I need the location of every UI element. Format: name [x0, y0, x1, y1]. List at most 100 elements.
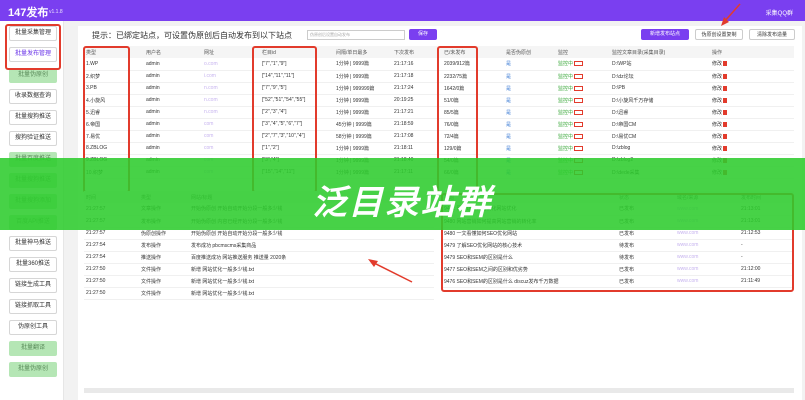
cell-text: D:\dz论坛: [612, 73, 634, 80]
monitor-toggle[interactable]: [574, 97, 584, 103]
cell-interval: 1分钟 | 9999篇: [334, 142, 392, 155]
cell-next: 21:17:21: [392, 106, 442, 119]
save-button[interactable]: 保存: [409, 29, 437, 40]
column-header: 栏目id: [260, 46, 334, 58]
sidebar-item[interactable]: 伪原创工具: [9, 320, 57, 335]
published-status: 待发布: [617, 251, 675, 264]
sidebar-item[interactable]: 链接抓取工具: [9, 299, 57, 314]
cell-dir: D:\易优CM: [610, 130, 710, 143]
cell-text: 1分钟 | 9999篇: [336, 61, 369, 68]
sidebar-item[interactable]: 批量伪原创: [9, 362, 57, 377]
delete-icon[interactable]: [723, 61, 728, 67]
cell-text: com: [204, 145, 214, 151]
monitor-toggle[interactable]: [574, 133, 584, 139]
cell-op[interactable]: 修改: [710, 70, 794, 83]
cell-text: 3.PB: [86, 85, 97, 91]
delete-icon[interactable]: [723, 145, 728, 151]
table-row[interactable]: 2.织梦 admin i.com ["14","11","11"] 1分钟 | 9999…: [84, 70, 794, 83]
table-row[interactable]: 1.WP admin o.com ["7","1","9"] 1分钟 | 9999篇 21…: [84, 58, 794, 71]
cell-op[interactable]: 修改: [710, 142, 794, 155]
title-bar: 147发布 v1.1.8 采集QQ群: [0, 0, 805, 21]
log-type: 文件操作: [139, 263, 189, 276]
cell-interval: 1分钟 | 9999篇: [334, 94, 392, 107]
table-row[interactable]: 6.帝国 admin com ["3","4","5","6","7"] 45分钟 | …: [84, 118, 794, 131]
cell-dir: D:\帝国CM: [610, 118, 710, 131]
delete-icon[interactable]: [723, 121, 728, 127]
table-row[interactable]: 3.PB admin n.com ["7","9","5"] 1分钟 | 999999篇…: [84, 82, 794, 95]
delete-icon[interactable]: [723, 133, 728, 139]
cell-monitor[interactable]: 监控中: [556, 130, 610, 143]
cell-text: 6.帝国: [86, 121, 101, 128]
cell-text: 监控中: [558, 109, 574, 116]
column-header: 已/未发布: [442, 46, 504, 58]
cell-op[interactable]: 修改: [710, 106, 794, 119]
cell-interval: 1分钟 | 9999篇: [334, 58, 392, 71]
delete-icon[interactable]: [723, 109, 728, 115]
clear-button[interactable]: 清除发布造量: [749, 29, 795, 40]
cell-monitor[interactable]: 监控中: [556, 70, 610, 83]
pseudo-original-input[interactable]: 伪原创后设置自动发布: [307, 30, 405, 40]
sidebar-item[interactable]: 批量伪原创: [9, 68, 57, 83]
column-header: 间隔/单日最多: [334, 46, 392, 58]
cell-op[interactable]: 修改: [710, 118, 794, 131]
sidebar-item[interactable]: 批量搜狗推送: [9, 110, 57, 125]
sidebar-item[interactable]: 批量神马推送: [9, 236, 57, 251]
cell-text: 1分钟 | 9999篇: [336, 97, 369, 104]
log-text: 发布成功 pbcmscms采集商品: [189, 239, 434, 252]
cell-url: com: [202, 130, 260, 143]
table-row[interactable]: 5.迅睿 admin n.com ["2","3","4"] 1分钟 | 9999篇 21…: [84, 106, 794, 119]
cell-text: 1.WP: [86, 60, 99, 67]
table-row[interactable]: 4.小旋风 admin n.com ["52","51","54","55"] 1分钟 …: [84, 94, 794, 107]
monitor-toggle[interactable]: [574, 73, 584, 79]
cell-text: 是: [506, 145, 512, 152]
monitor-toggle[interactable]: [574, 61, 584, 67]
sidebar-item[interactable]: 批量发布管理: [9, 47, 57, 62]
monitor-toggle[interactable]: [574, 109, 584, 115]
published-row[interactable]: 9479 SEO和SEM的区别是什么 待发布 www.com -: [442, 251, 794, 264]
cell-text: 监控中: [558, 73, 574, 80]
published-title: 9479 SEO和SEM的区别是什么: [442, 251, 617, 264]
column-header: 网址: [202, 46, 260, 58]
delete-icon[interactable]: [723, 85, 728, 91]
table-row[interactable]: 7.易优 admin com ["2","7","3","10","4"] 58分钟 |…: [84, 130, 794, 143]
horizontal-scrollbar[interactable]: [84, 388, 794, 393]
cell-monitor[interactable]: 监控中: [556, 94, 610, 107]
sidebar-item[interactable]: 搜狗验证推送: [9, 131, 57, 146]
monitor-toggle[interactable]: [574, 121, 584, 127]
cell-count: 72/4篇: [442, 130, 504, 143]
sidebar-item[interactable]: 收录数据查询: [9, 89, 57, 104]
published-row[interactable]: 9477 SEO和SEM之间的区别和优劣势 已发布 www.com 21:12:00: [442, 263, 794, 276]
cell-pseudo: 是: [504, 130, 556, 143]
delete-icon[interactable]: [723, 97, 728, 103]
cell-text: 修改: [712, 61, 723, 68]
cell-dir: D:\zblog: [610, 142, 710, 155]
cell-monitor[interactable]: 监控中: [556, 82, 610, 95]
cell-op[interactable]: 修改: [710, 94, 794, 107]
cell-monitor[interactable]: 监控中: [556, 106, 610, 119]
delete-icon[interactable]: [723, 73, 728, 79]
copy-settings-button[interactable]: 伪原创设置复制: [695, 29, 743, 40]
sidebar-item[interactable]: 批量采集管理: [9, 26, 57, 41]
cell-pseudo: 是: [504, 94, 556, 107]
new-site-button[interactable]: 新增发布站点: [641, 29, 689, 40]
cell-op[interactable]: 修改: [710, 82, 794, 95]
sidebar-item[interactable]: 批量翻译: [9, 341, 57, 356]
sidebar-item[interactable]: 批量360推送: [9, 257, 57, 272]
cell-text: 1分钟 | 9999篇: [336, 109, 369, 116]
monitor-toggle[interactable]: [574, 85, 584, 91]
published-row[interactable]: 9476 SEO和SEM的区别是什么 discuz发布千万数据 已发布 www.co…: [442, 275, 794, 288]
sidebar-item[interactable]: 链接生成工具: [9, 278, 57, 293]
cell-op[interactable]: 修改: [710, 58, 794, 71]
cell-monitor[interactable]: 监控中: [556, 118, 610, 131]
cell-op[interactable]: 修改: [710, 130, 794, 143]
cell-text: o.com: [204, 60, 218, 67]
monitor-toggle[interactable]: [574, 145, 584, 151]
cell-text: ["14","11","11"]: [262, 73, 295, 79]
published-row[interactable]: 9479 了解SEO优化网站的核心技术 待发布 www.com -: [442, 239, 794, 252]
qq-group-link[interactable]: 采集QQ群: [766, 8, 793, 17]
cell-monitor[interactable]: 监控中: [556, 58, 610, 71]
table-row[interactable]: 8.ZBLOG admin com ["1","2"] 1分钟 | 9999篇 21:18…: [84, 142, 794, 155]
cell-text: ["1","2"]: [262, 145, 279, 151]
cell-text: 监控中: [558, 85, 574, 92]
cell-monitor[interactable]: 监控中: [556, 142, 610, 155]
